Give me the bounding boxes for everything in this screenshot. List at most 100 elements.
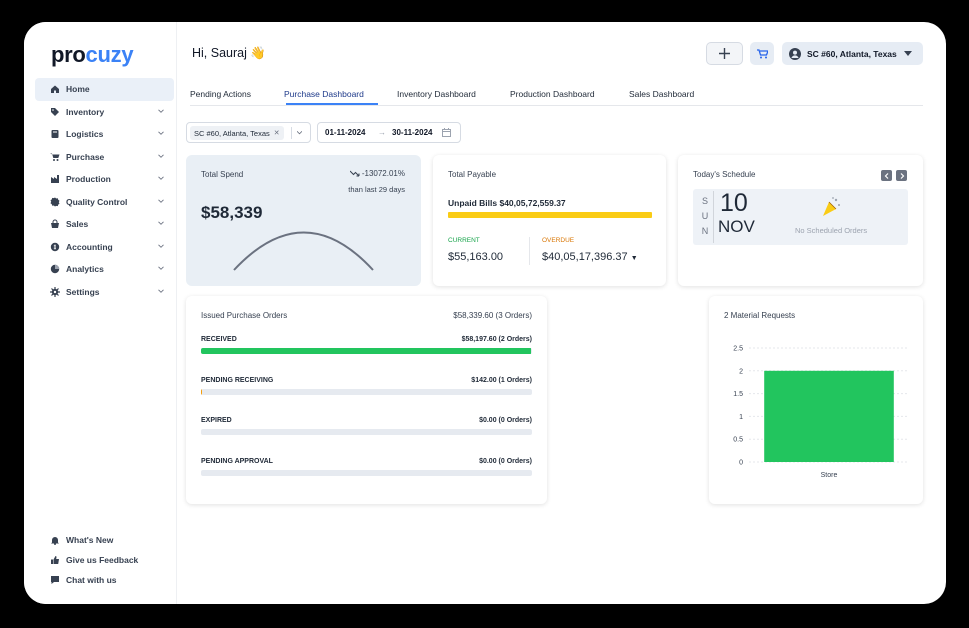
quality-icon (50, 197, 60, 207)
schedule-card: Today's Schedule SUN 10 NOV No Scheduled… (678, 155, 923, 286)
sidebar-item-label: Production (66, 174, 111, 185)
location-label: SC #60, Atlanta, Texas (807, 48, 897, 59)
divider (291, 127, 292, 139)
sidebar-item-label: Logistics (66, 129, 104, 140)
cart-button[interactable] (750, 42, 774, 65)
weekday: SUN (701, 196, 709, 236)
sidebar-item-label: Sales (66, 219, 89, 230)
tab-sales-dashboard[interactable]: Sales Dashboard (629, 89, 694, 99)
sidebar-item-inventory[interactable]: Inventory (35, 101, 174, 124)
gear-icon (50, 286, 60, 297)
spend-trend-curve (233, 231, 374, 271)
main-content: Hi, Sauraj 👋 SC #60, Atlanta, Texas Pend… (178, 22, 946, 604)
tab-pending-actions[interactable]: Pending Actions (190, 89, 251, 99)
x-tick-label: Store (821, 472, 838, 479)
chevron-down-icon (158, 266, 164, 270)
current-label: CURRENT (448, 237, 480, 244)
accounting-icon (50, 242, 60, 252)
tab-inventory-dashboard[interactable]: Inventory Dashboard (397, 89, 476, 99)
location-selector[interactable]: SC #60, Atlanta, Texas (782, 42, 923, 65)
close-icon[interactable]: ✕ (274, 129, 280, 137)
sales-icon (50, 219, 60, 229)
app-window: procuzy Home Inventory Logistics Purchase Pr… (24, 22, 946, 604)
chevron-down-icon (158, 221, 164, 225)
location-chip: SC #60, Atlanta, Texas ✕ (190, 126, 284, 140)
sidebar-item-production[interactable]: Production (35, 168, 174, 191)
greeting: Hi, Sauraj 👋 (192, 46, 266, 60)
chevron-left-icon (884, 172, 888, 179)
sidebar-bottom-nav: What's New Give us Feedback Chat with us (35, 530, 174, 590)
next-day-button[interactable] (896, 170, 907, 181)
sidebar-item-accounting[interactable]: Accounting (35, 236, 174, 259)
sidebar-item-analytics[interactable]: Analytics (35, 258, 174, 281)
sidebar-item-home[interactable]: Home (35, 78, 174, 101)
tag-icon (50, 107, 60, 117)
overdue-value[interactable]: $40,05,17,396.37 ▼ (542, 251, 638, 263)
bell-icon (50, 535, 60, 545)
date-range-picker[interactable]: 01-11-2024 → 30-11-2024 (317, 122, 461, 143)
cart-icon (756, 48, 768, 58)
sidebar-item-label: Inventory (66, 106, 105, 117)
sidebar-item-sales[interactable]: Sales (35, 213, 174, 236)
sidebar-item-purchase[interactable]: Purchase (35, 146, 174, 169)
date-from: 01-11-2024 (325, 128, 366, 137)
location-filter[interactable]: SC #60, Atlanta, Texas ✕ (186, 122, 311, 143)
cart-icon (50, 152, 60, 162)
sidebar-item-give-us-feedback[interactable]: Give us Feedback (35, 550, 174, 570)
material-requests-chart: 0 0.5 1 1.5 2 2.5 Store (733, 346, 909, 479)
analytics-icon (50, 264, 60, 274)
total-spend-card: Total Spend -13072.01% than last 29 days… (186, 155, 421, 286)
chevron-down-icon (158, 243, 164, 248)
sidebar-item-logistics[interactable]: Logistics (35, 123, 174, 146)
po-total: $58,339.60 (3 Orders) (453, 311, 532, 320)
caret-down-icon: ▼ (630, 255, 638, 262)
bar-store[interactable] (764, 370, 894, 462)
sidebar-item-label: Quality Control (66, 196, 128, 207)
sidebar-item-chat-with-us[interactable]: Chat with us (35, 570, 174, 590)
divider (529, 237, 530, 265)
plus-icon (719, 48, 730, 59)
sidebar-item-label: Purchase (66, 151, 105, 162)
tab-purchase-dashboard[interactable]: Purchase Dashboard (284, 89, 364, 99)
sidebar-item-label: What's New (66, 535, 114, 545)
chevron-down-icon (158, 108, 164, 113)
prev-day-button[interactable] (881, 170, 892, 181)
po-row-label: PENDING APPROVAL (201, 457, 273, 465)
sidebar-item-settings[interactable]: Settings (35, 281, 174, 304)
card-title: Issued Purchase Orders (201, 311, 288, 320)
chevron-down-icon (158, 198, 164, 203)
po-progress-fill (201, 348, 532, 354)
sidebar-nav: Home Inventory Logistics Purchase Production… (35, 78, 174, 303)
factory-icon (50, 174, 60, 184)
po-progress-track (201, 388, 532, 395)
sidebar-item-label: Chat with us (66, 575, 117, 585)
chevron-down-icon (158, 288, 164, 293)
po-row-label: PENDING RECEIVING (201, 376, 274, 384)
y-tick-label: 2.5 (733, 346, 743, 353)
day-number: 10 (720, 189, 748, 217)
chevron-down-icon (158, 176, 164, 180)
y-tick-label: 2 (739, 368, 743, 375)
po-row-value: $142.00 (1 Orders) (471, 376, 532, 384)
logo[interactable]: procuzy (51, 42, 134, 68)
y-tick-label: 1 (739, 414, 743, 421)
po-progress-track (201, 348, 532, 354)
calendar-icon (442, 128, 451, 137)
add-button[interactable] (706, 42, 743, 65)
y-tick-label: 1.5 (733, 391, 743, 398)
user-icon (789, 47, 801, 60)
sidebar-item-what-s-new[interactable]: What's New (35, 530, 174, 550)
po-row-value: $0.00 (0 Orders) (479, 457, 532, 465)
po-progress-track (201, 429, 532, 435)
party-popper-icon (823, 197, 840, 216)
tab-production-dashboard[interactable]: Production Dashboard (510, 89, 595, 99)
card-title: Total Payable (448, 170, 497, 179)
chevron-right-icon (900, 172, 904, 179)
chevron-down-icon (297, 130, 302, 135)
sidebar-item-quality-control[interactable]: Quality Control (35, 191, 174, 214)
unpaid-progress-bar (448, 212, 652, 218)
home-icon (50, 84, 60, 94)
chevron-down-icon (903, 51, 912, 56)
sidebar: procuzy Home Inventory Logistics Purchase Pr… (24, 22, 177, 604)
date-to: 30-11-2024 (392, 128, 433, 137)
